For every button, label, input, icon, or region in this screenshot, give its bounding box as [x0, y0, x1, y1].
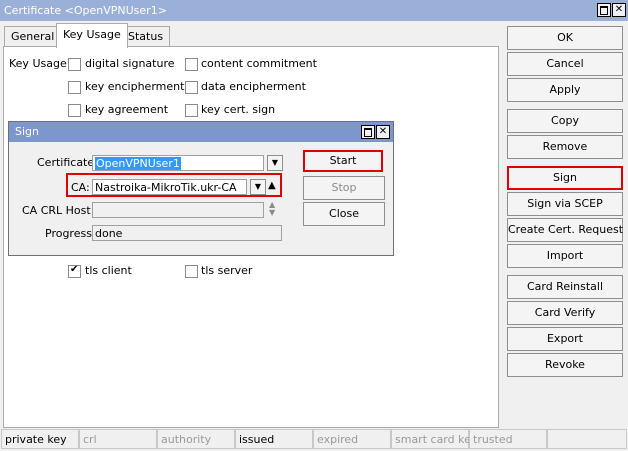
status-empty	[547, 429, 627, 449]
dialog-maximize-icon[interactable]	[361, 125, 375, 139]
key-agreement-checkbox[interactable]	[68, 104, 81, 117]
tab-key-usage[interactable]: Key Usage	[56, 23, 128, 48]
sign-dialog-title: Sign	[15, 125, 39, 138]
export-button[interactable]: Export	[507, 327, 623, 351]
ca-crl-host-label: CA CRL Host:	[22, 204, 95, 217]
sign-dialog: Sign ✕ Certificate: OpenVPNUser1 ▼ CA: N…	[8, 121, 394, 256]
key-usage-label: Key Usage:	[9, 57, 71, 70]
apply-button[interactable]: Apply	[507, 78, 623, 102]
sign-dialog-title-bar: Sign ✕	[9, 122, 393, 142]
sign-via-scep-button[interactable]: Sign via SCEP	[507, 192, 623, 216]
data-encipherment-label: data encipherment	[201, 80, 306, 93]
close-icon[interactable]: ✕	[612, 3, 626, 17]
dialog-close-icon[interactable]: ✕	[376, 125, 390, 139]
digital-signature-label: digital signature	[85, 57, 175, 70]
import-button[interactable]: Import	[507, 244, 623, 268]
status-smart-card-key: smart card key	[391, 429, 477, 449]
tab-general[interactable]: General	[4, 26, 62, 47]
digital-signature-checkbox[interactable]	[68, 58, 81, 71]
certificate-select[interactable]: OpenVPNUser1	[92, 155, 264, 171]
tls-client-label: tls client	[85, 264, 132, 277]
status-private-key: private key	[1, 429, 79, 449]
ca-highlight-outline	[66, 173, 282, 197]
tab-status[interactable]: Status	[121, 26, 171, 47]
key-encipherment-label: key encipherment	[85, 80, 185, 93]
certificate-label: Certificate:	[37, 156, 98, 169]
ok-button[interactable]: OK	[507, 26, 623, 50]
tls-client-checkbox[interactable]	[68, 264, 81, 278]
ca-crl-host-spin-icon[interactable]: ▲ ▼	[269, 201, 275, 217]
status-trusted: trusted	[469, 429, 547, 449]
progress-label: Progress:	[45, 227, 96, 240]
status-expired: expired	[313, 429, 391, 449]
card-reinstall-button[interactable]: Card Reinstall	[507, 275, 623, 299]
close-button[interactable]: Close	[303, 202, 385, 226]
ca-crl-host-input[interactable]	[92, 202, 264, 218]
revoke-button[interactable]: Revoke	[507, 353, 623, 377]
card-verify-button[interactable]: Card Verify	[507, 301, 623, 325]
start-button[interactable]: Start	[303, 150, 383, 172]
key-cert-sign-checkbox[interactable]	[185, 104, 198, 117]
key-encipherment-checkbox[interactable]	[68, 81, 81, 94]
key-cert-sign-label: key cert. sign	[201, 103, 276, 116]
cancel-button[interactable]: Cancel	[507, 52, 623, 76]
maximize-icon[interactable]	[597, 3, 611, 17]
stop-button[interactable]: Stop	[303, 176, 385, 200]
progress-value: done	[92, 225, 282, 241]
content-commitment-label: content commitment	[201, 57, 317, 70]
certificate-dropdown-icon[interactable]: ▼	[267, 155, 283, 171]
status-authority: authority	[157, 429, 235, 449]
key-agreement-label: key agreement	[85, 103, 169, 116]
create-cert-request-button[interactable]: Create Cert. Request	[507, 218, 623, 242]
status-crl: crl	[79, 429, 157, 449]
status-issued: issued	[235, 429, 313, 449]
copy-button[interactable]: Copy	[507, 109, 623, 133]
data-encipherment-checkbox[interactable]	[185, 81, 198, 94]
content-commitment-checkbox[interactable]	[185, 58, 198, 71]
remove-button[interactable]: Remove	[507, 135, 623, 159]
sign-button[interactable]: Sign	[507, 166, 623, 190]
window-title-bar: Certificate <OpenVPNUser1> ✕	[0, 0, 628, 21]
tls-server-checkbox[interactable]	[185, 265, 198, 278]
tls-server-label: tls server	[201, 264, 253, 277]
certificate-value: OpenVPNUser1	[95, 157, 181, 170]
window-title: Certificate <OpenVPNUser1>	[4, 4, 167, 17]
